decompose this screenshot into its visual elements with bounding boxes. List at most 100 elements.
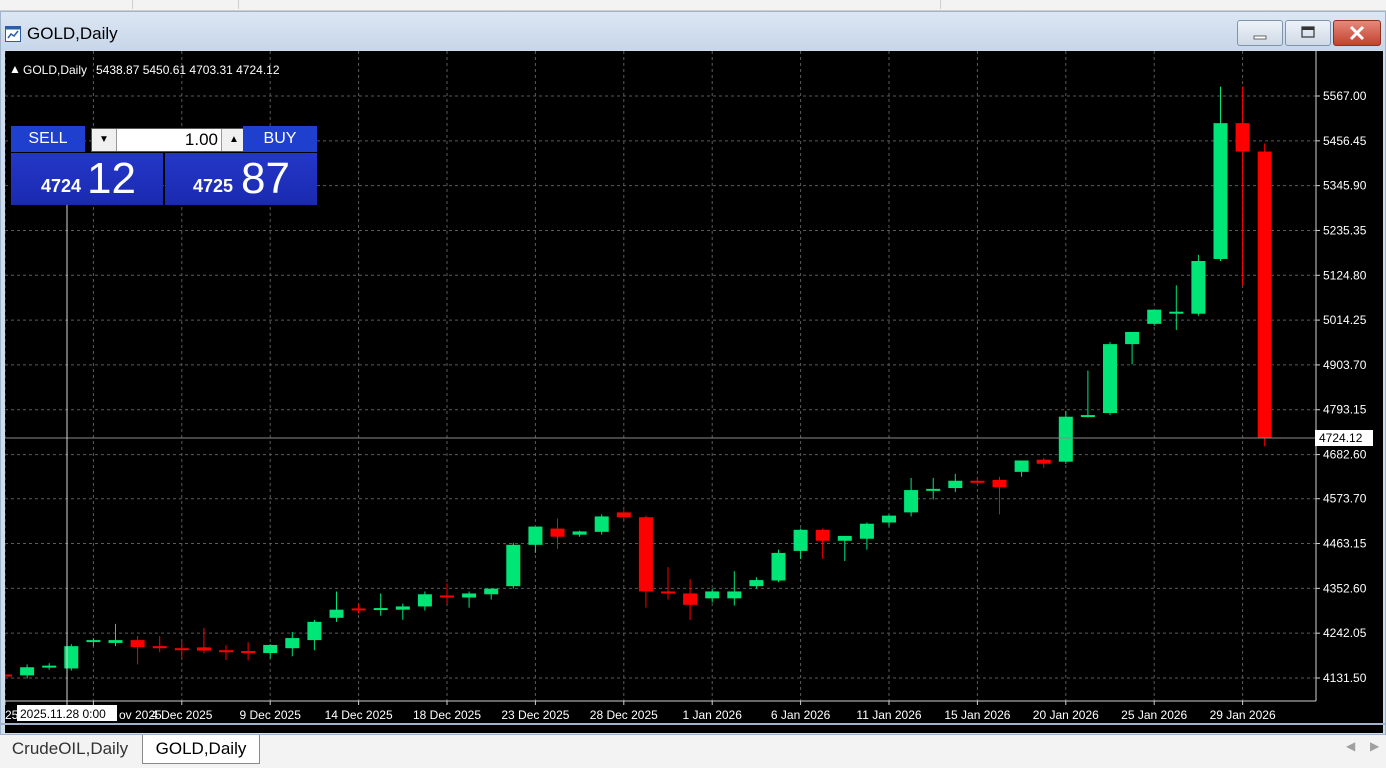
y-tick-label: 5014.25 [1323, 313, 1367, 327]
candle-body [1191, 261, 1206, 314]
title-bar[interactable]: GOLD,Daily [1, 12, 1385, 50]
candle-body [528, 526, 543, 545]
crosshair-time-label: 2025.11.28 0:00 [20, 707, 106, 721]
y-tick-label: 4682.60 [1323, 448, 1367, 462]
minimize-button[interactable] [1237, 20, 1283, 46]
top-strip-segment [0, 0, 133, 9]
lot-decrease-icon[interactable]: ▼ [92, 129, 117, 151]
buy-price-big: 87 [241, 154, 290, 203]
top-strip [0, 0, 1386, 11]
top-strip-segment [132, 0, 239, 9]
candle-body [1036, 459, 1051, 464]
candle-body [86, 640, 101, 643]
x-tick-label: 1 Jan 2026 [683, 708, 743, 722]
price-axis: 4131.50 4242.05 4352.60 4463.15 4573.70 4682.… [1315, 51, 1367, 701]
candle-body [285, 638, 300, 649]
y-tick-label: 5345.90 [1323, 179, 1367, 193]
candle-body [1080, 415, 1095, 418]
candle-body [616, 512, 631, 518]
y-tick-label: 4131.50 [1323, 671, 1367, 685]
close-button[interactable] [1333, 20, 1381, 46]
x-tick-label: 28 Dec 2025 [590, 708, 658, 722]
candle-body [594, 516, 609, 532]
x-tick-label: 20 Jan 2026 [1033, 708, 1099, 722]
x-tick-label: 11 Jan 2026 [856, 708, 921, 722]
tab-gold-daily[interactable]: GOLD,Daily [142, 735, 260, 764]
maximize-button[interactable] [1285, 20, 1331, 46]
candle-body [970, 480, 985, 483]
tabs-scroll-left-icon[interactable]: ◀ [1346, 739, 1355, 753]
candle-body [1014, 460, 1029, 472]
candle-body [196, 647, 211, 651]
restore-icon [1301, 26, 1315, 38]
y-tick-label: 4352.60 [1323, 581, 1367, 595]
candle-body [64, 646, 79, 669]
window-separator [0, 723, 1386, 725]
y-tick-label: 4242.05 [1323, 626, 1367, 640]
x-tick-label: 18 Dec 2025 [413, 708, 481, 722]
candle-body [462, 593, 477, 598]
candle-body [550, 528, 565, 537]
chart-tabs: CrudeOIL,Daily GOLD,Daily ◀ ▶ [0, 735, 1386, 768]
y-tick-label: 5235.35 [1323, 223, 1367, 237]
candle-body [130, 640, 145, 647]
chart-symbol-label: GOLD,Daily [23, 63, 87, 77]
candle-body [992, 479, 1007, 488]
x-tick-label: 6 Jan 2026 [771, 708, 831, 722]
candle-body [1125, 331, 1140, 345]
candle-body [683, 593, 698, 605]
sell-price-button[interactable]: 4724 12 [11, 153, 163, 205]
candle-body [506, 544, 521, 587]
buy-price-small: 4725 [193, 176, 234, 196]
candle-body [219, 650, 233, 653]
sell-button[interactable]: SELL [11, 126, 85, 152]
candle-body [793, 529, 808, 551]
one-click-trading-panel: SELL ▼ 1.00 ▲ BUY 4724 12 4725 87 [11, 126, 317, 206]
candle-body [351, 608, 366, 611]
x-tick-label: 25 Jan 2026 [1121, 708, 1187, 722]
y-tick-label: 4903.70 [1323, 358, 1367, 372]
buy-price-button[interactable]: 4725 87 [165, 153, 317, 205]
candle-body [1103, 344, 1117, 414]
y-tick-label: 5456.45 [1323, 134, 1367, 148]
candle-body [307, 621, 322, 641]
lot-size-field[interactable]: ▼ 1.00 ▲ [91, 128, 247, 152]
x-tick-label: 14 Dec 2025 [325, 708, 393, 722]
candle-body [727, 591, 742, 599]
chart-window-icon [5, 26, 21, 42]
chart-symbol-arrow-icon[interactable]: ▲ [9, 62, 21, 76]
x-tick-label: 15 Jan 2026 [944, 708, 1010, 722]
top-strip-segment [238, 0, 941, 9]
y-tick-label: 4793.15 [1323, 403, 1367, 417]
buy-button[interactable]: BUY [243, 126, 317, 152]
x-tick-label: 23 Dec 2025 [501, 708, 569, 722]
candle-body [241, 651, 256, 654]
candle-body [174, 648, 189, 651]
lot-size-value[interactable]: 1.00 [116, 129, 222, 151]
x-tick-label: 29 Jan 2026 [1210, 708, 1276, 722]
x-tick-label: 9 Dec 2025 [240, 708, 302, 722]
candle-body [904, 490, 919, 513]
x-tick-label-partial-right: ov 2025 [119, 708, 162, 722]
candle-body [859, 523, 874, 539]
candle-body [572, 531, 587, 535]
candle-body [108, 640, 123, 643]
tabs-scroll-right-icon[interactable]: ▶ [1370, 739, 1379, 753]
candle-body [329, 609, 344, 618]
candle-body [749, 580, 764, 587]
tab-crudeoil-daily[interactable]: CrudeOIL,Daily [0, 735, 140, 764]
x-tick-label-partial-left: 25 [5, 708, 19, 722]
candle-body [638, 517, 653, 592]
candle-body [1213, 123, 1228, 259]
candle-body [1147, 309, 1162, 324]
chart-area[interactable]: ▲ GOLD,Daily 5438.87 5450.61 4703.31 472… [5, 51, 1383, 733]
y-tick-label: 4463.15 [1323, 537, 1367, 551]
candle-body [1235, 123, 1250, 152]
chart-ohlc-label: 5438.87 5450.61 4703.31 4724.12 [96, 63, 280, 77]
candle-body [837, 535, 852, 541]
chart-window: GOLD,Daily ▲ GOLD,Daily 5438.87 5450.61 … [0, 11, 1386, 735]
candle-body [395, 606, 410, 610]
y-tick-label: 4573.70 [1323, 492, 1367, 506]
candle-body [417, 594, 432, 607]
candle-body [1169, 311, 1184, 314]
